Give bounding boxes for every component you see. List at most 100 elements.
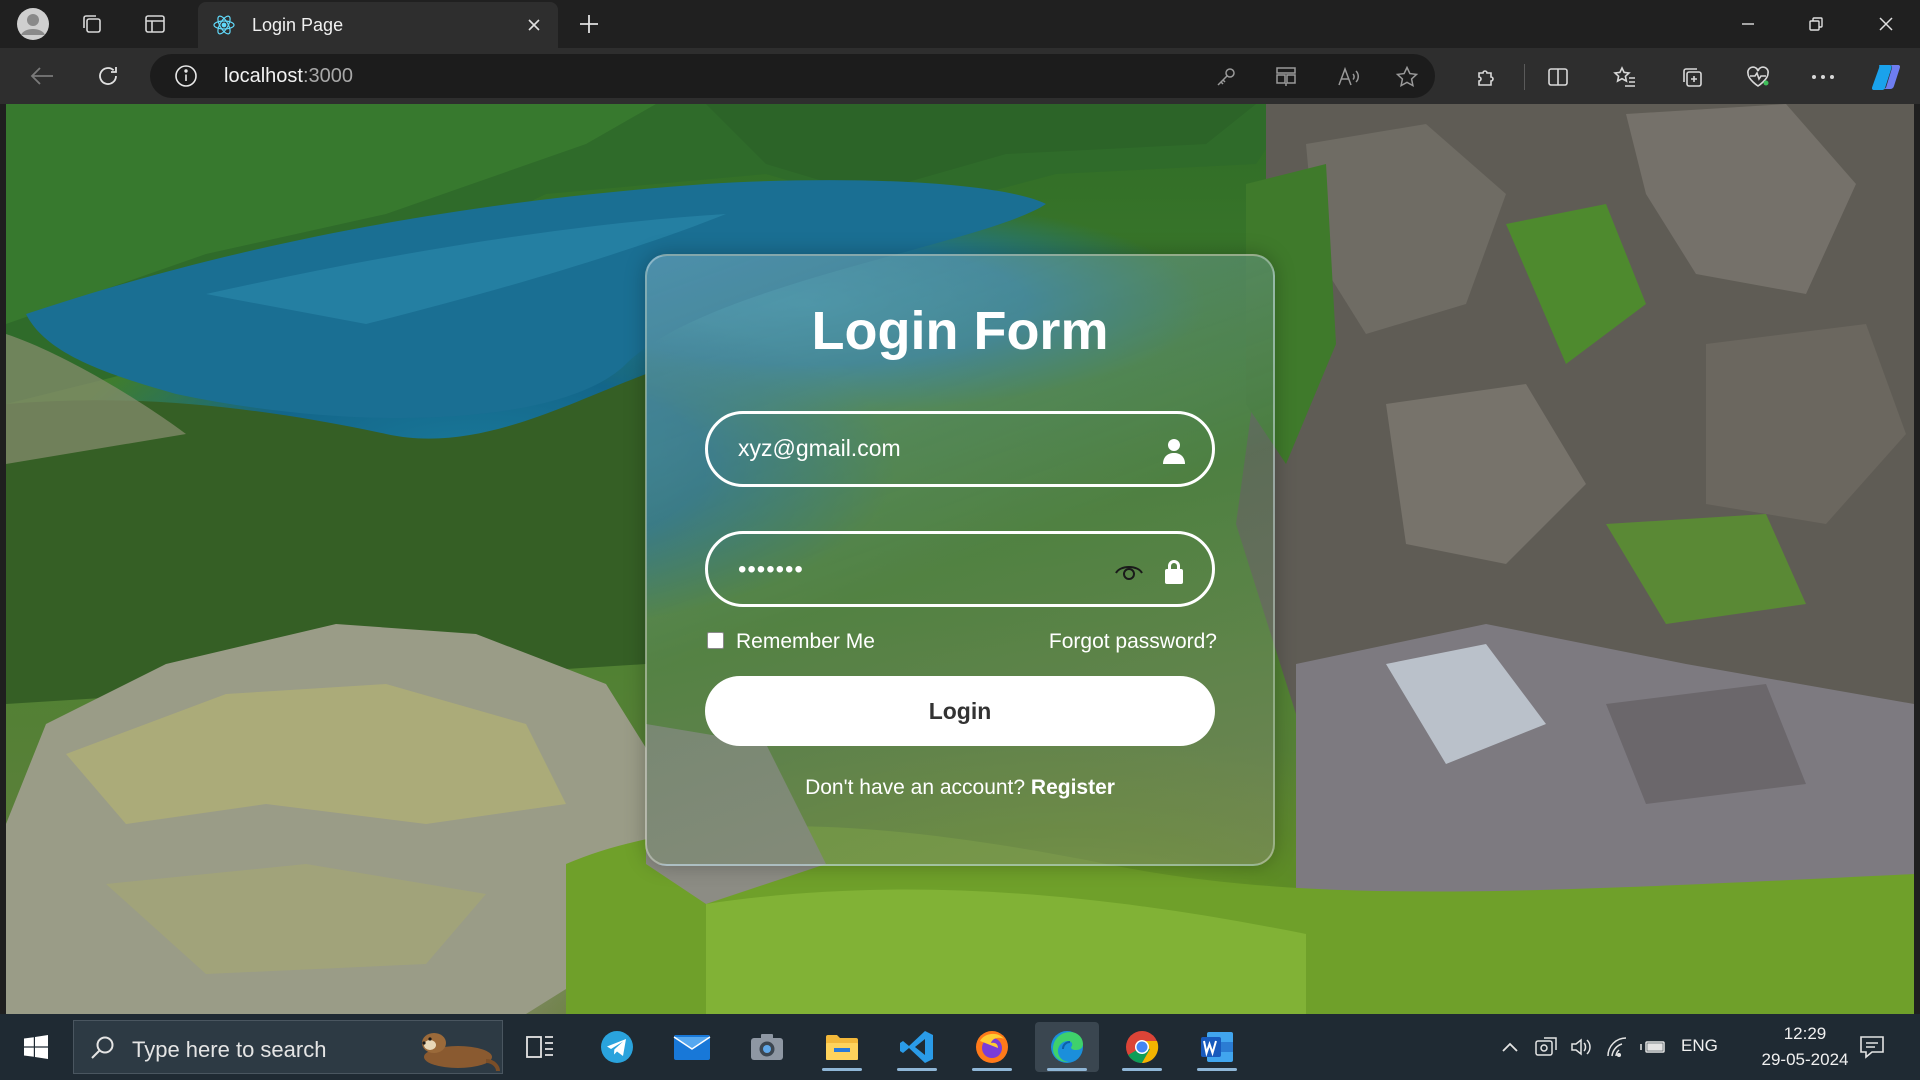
favorites-list-icon (1613, 66, 1635, 87)
taskbar-app-vscode[interactable] (885, 1022, 949, 1072)
back-button[interactable] (22, 58, 62, 94)
volume-button[interactable] (1568, 1034, 1594, 1060)
taskbar-app-file-explorer[interactable] (810, 1022, 874, 1072)
password-key-button[interactable] (1212, 63, 1240, 91)
forgot-password-link[interactable]: Forgot password? (1049, 630, 1217, 654)
start-button[interactable] (10, 1026, 62, 1068)
taskbar-app-telegram[interactable] (585, 1022, 649, 1072)
wifi-icon (1607, 1037, 1627, 1058)
notification-center-button[interactable] (1855, 1032, 1889, 1062)
tray-device-icon-button[interactable] (1533, 1034, 1559, 1060)
minimize-button[interactable] (1714, 0, 1782, 48)
puzzle-icon (1478, 70, 1494, 86)
register-prompt: Don't have an account? Register (647, 776, 1273, 800)
taskbar-search-box[interactable]: Type here to search (73, 1020, 503, 1074)
workspaces-button[interactable] (72, 6, 112, 42)
site-info-icon[interactable] (174, 64, 198, 88)
show-hidden-icons-button[interactable] (1497, 1034, 1523, 1060)
plus-icon (580, 15, 598, 33)
windows-logo-icon (24, 1035, 48, 1059)
address-bar[interactable]: localhost:3000 (150, 54, 1435, 98)
tab-login-page[interactable]: Login Page (198, 2, 558, 48)
meet-now-icon (1535, 1037, 1557, 1056)
back-arrow-icon (30, 67, 53, 85)
folder-icon (826, 1035, 858, 1060)
taskbar-app-chrome[interactable] (1110, 1022, 1174, 1072)
profile-button[interactable] (13, 6, 53, 42)
profile-avatar-icon (17, 8, 49, 40)
password-field[interactable]: ••••••• (705, 531, 1215, 607)
taskbar-app-firefox[interactable] (960, 1022, 1024, 1072)
read-aloud-button[interactable] (1335, 63, 1363, 91)
url-port: :3000 (302, 65, 353, 87)
input-language-indicator[interactable]: ENG (1681, 1036, 1718, 1056)
react-favicon-icon (213, 15, 235, 35)
browser-essentials-button[interactable] (1741, 60, 1775, 94)
chrome-icon (1126, 1031, 1159, 1064)
split-screen-button[interactable] (1541, 60, 1575, 94)
email-value: xyz@gmail.com (738, 435, 901, 461)
url-host: localhost (224, 65, 303, 87)
register-link[interactable]: Register (1031, 776, 1115, 799)
apps-button[interactable] (1272, 63, 1300, 91)
star-icon (1395, 65, 1419, 88)
telegram-icon (601, 1031, 633, 1063)
user-icon (1163, 439, 1185, 464)
restore-icon (1809, 17, 1823, 31)
vscode-icon (900, 1031, 933, 1063)
remember-me-label[interactable]: Remember Me (736, 630, 875, 654)
taskbar-app-camera[interactable] (735, 1022, 799, 1072)
windows-taskbar: Type here to search ENG 12:29 29-05-2024 (0, 1014, 1920, 1080)
collections-icon (1683, 68, 1702, 87)
refresh-icon (99, 67, 117, 85)
chevron-up-icon (1502, 1042, 1518, 1052)
notification-icon (1860, 1036, 1884, 1059)
apps-grid-icon (1276, 67, 1296, 86)
running-indicator (972, 1068, 1012, 1071)
search-placeholder: Type here to search (132, 1037, 327, 1062)
show-password-eye-icon[interactable] (1114, 560, 1144, 582)
tab-close-button[interactable] (520, 11, 548, 39)
minimize-icon (1742, 23, 1754, 25)
more-options-button[interactable] (1806, 60, 1840, 94)
key-icon (1217, 68, 1235, 86)
password-value: ••••••• (738, 556, 804, 583)
vertical-tabs-button[interactable] (135, 6, 175, 42)
extensions-button[interactable] (1470, 60, 1504, 94)
tab-title: Login Page (252, 15, 344, 35)
favorites-button[interactable] (1608, 60, 1642, 94)
running-indicator (897, 1068, 937, 1071)
favorite-star-button[interactable] (1393, 63, 1421, 91)
close-icon (1879, 17, 1893, 31)
clock-date: 29-05-2024 (1761, 1050, 1849, 1069)
running-indicator (1047, 1068, 1087, 1071)
task-view-button[interactable] (508, 1022, 572, 1072)
email-field[interactable]: xyz@gmail.com (705, 411, 1215, 487)
restore-button[interactable] (1782, 0, 1850, 48)
word-icon (1201, 1032, 1233, 1062)
url-text[interactable]: localhost:3000 (224, 65, 353, 88)
browser-title-bar: Login Page (0, 0, 1920, 48)
login-button[interactable]: Login (705, 676, 1215, 746)
close-window-button[interactable] (1852, 0, 1920, 48)
mail-icon (673, 1035, 711, 1060)
copilot-icon (1871, 65, 1901, 90)
workspaces-icon (83, 15, 101, 33)
copilot-button[interactable] (1869, 60, 1903, 94)
lock-icon (1165, 560, 1183, 584)
battery-charging-icon (1640, 1041, 1665, 1053)
login-card: Login Form xyz@gmail.com ••••••• Remembe… (645, 254, 1275, 866)
collections-button[interactable] (1675, 60, 1709, 94)
taskbar-app-word[interactable] (1185, 1022, 1249, 1072)
battery-button[interactable] (1640, 1034, 1666, 1060)
taskbar-app-mail[interactable] (660, 1022, 724, 1072)
firefox-icon (976, 1031, 1008, 1063)
taskbar-app-edge[interactable] (1035, 1022, 1099, 1072)
network-button[interactable] (1604, 1034, 1630, 1060)
browser-toolbar: localhost:3000 (0, 48, 1920, 104)
split-screen-icon (1548, 68, 1568, 86)
more-dots-icon (1812, 75, 1834, 79)
new-tab-button[interactable] (570, 6, 608, 42)
remember-me-checkbox[interactable] (707, 632, 724, 649)
refresh-button[interactable] (88, 58, 128, 94)
